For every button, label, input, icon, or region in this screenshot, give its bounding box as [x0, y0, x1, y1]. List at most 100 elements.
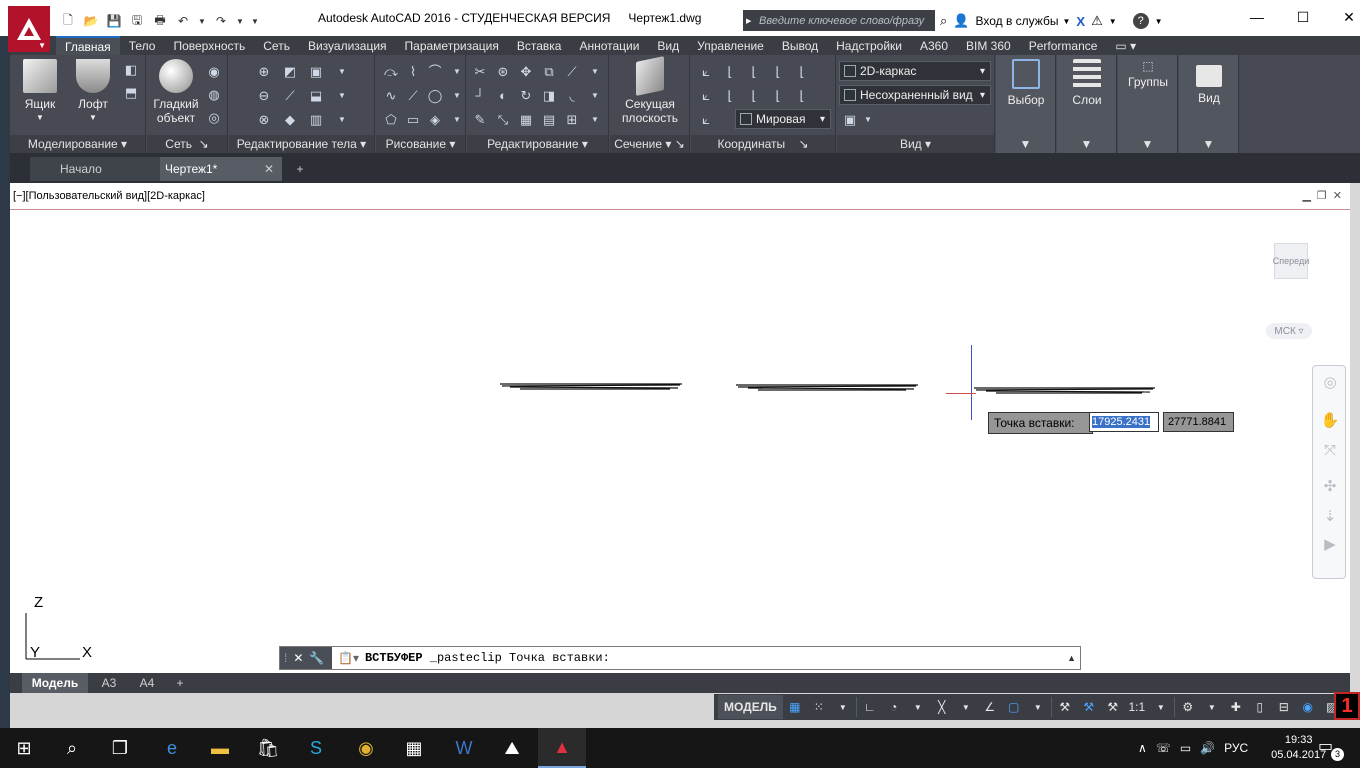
ortho-icon[interactable]: ∟ — [858, 695, 882, 719]
interfere-icon[interactable]: ⟋ — [281, 87, 299, 105]
calculator-icon[interactable]: ▦ — [390, 728, 438, 768]
search-icon[interactable]: ⌕ — [48, 728, 96, 768]
ucs-z-icon[interactable]: ⌊ — [769, 87, 787, 105]
named-view-combo[interactable]: Несохраненный вид — [839, 85, 991, 105]
polyline-icon[interactable]: ⤼ — [382, 63, 400, 81]
ucs-y-icon[interactable]: ⌊ — [793, 87, 811, 105]
chevron-down-icon[interactable]: ▼ — [1200, 695, 1224, 719]
chevron-down-icon[interactable]: ▼ — [1026, 695, 1050, 719]
close-icon[interactable]: ✕ — [264, 162, 274, 176]
units-icon[interactable]: ▯ — [1248, 695, 1272, 719]
view-dropdown-icon[interactable]: ▼ — [1179, 135, 1238, 153]
helix-icon[interactable]: ⌇ — [404, 63, 422, 81]
arc-icon[interactable]: ⌒ — [426, 63, 444, 81]
array-icon[interactable]: ▦ — [517, 111, 535, 129]
copy-icon[interactable]: ⧉ — [540, 63, 558, 81]
dropdown-icon[interactable]: ▼ — [333, 111, 351, 129]
viewports-icon[interactable]: ▣ — [841, 111, 859, 129]
close-icon[interactable]: ✕ — [293, 651, 303, 665]
stretch-icon[interactable]: ◨ — [540, 87, 558, 105]
chevron-down-icon[interactable]: ▼ — [954, 695, 978, 719]
dropdown-icon[interactable]: ▼ — [448, 111, 466, 129]
tab-mesh[interactable]: Сеть — [254, 36, 299, 55]
close-icon[interactable]: ✕ — [1326, 0, 1360, 34]
ucs-world-icon[interactable]: ⌊ — [721, 63, 739, 81]
trim-icon[interactable]: ✂ — [471, 63, 489, 81]
presspull-icon[interactable]: ⬒ — [122, 84, 140, 102]
fillet-icon[interactable]: ⟋ — [563, 63, 581, 81]
new-layout-button[interactable]: + — [172, 673, 188, 693]
undo-dropdown-icon[interactable]: ▼ — [196, 12, 208, 30]
layers-dropdown-icon[interactable]: ▼ — [1057, 135, 1116, 153]
ucs-combo[interactable]: Мировая — [735, 109, 831, 129]
save-as-icon[interactable]: 🖫 — [127, 12, 147, 30]
extrude-icon[interactable]: ◧ — [122, 61, 140, 79]
open-file-icon[interactable]: 📂 — [81, 12, 101, 30]
chevron-up-icon[interactable]: ∧ — [1138, 741, 1147, 755]
view-button[interactable]: Вид — [1187, 59, 1231, 105]
rotate-icon[interactable]: ↻ — [517, 87, 535, 105]
dropdown-icon[interactable]: ▼ — [859, 111, 877, 129]
people-icon[interactable]: ☏ — [1156, 741, 1171, 755]
dynamic-input-y-field[interactable]: 27771.8841 — [1163, 412, 1234, 432]
selection-button[interactable]: Выбор — [1004, 59, 1048, 107]
panel-modify-title[interactable]: Редактирование ▾ — [467, 135, 608, 153]
layout-tab-model[interactable]: Модель — [22, 673, 88, 693]
visual-style-combo[interactable]: 2D-каркас — [839, 61, 991, 81]
a360-icon[interactable]: ⚠ — [1091, 13, 1103, 29]
redo-icon[interactable]: ↷ — [211, 12, 231, 30]
circle-icon[interactable]: ◯ — [426, 87, 444, 105]
rectangle-icon[interactable]: ▭ — [404, 111, 422, 129]
volume-icon[interactable]: 🔊 — [1200, 741, 1215, 755]
file-explorer-icon[interactable]: ▬ — [196, 728, 244, 768]
quick-properties-icon[interactable]: ⊟ — [1272, 695, 1296, 719]
ucs-face-icon[interactable]: ⌊ — [721, 87, 739, 105]
hatch-icon[interactable]: ◈ — [426, 111, 444, 129]
join-icon[interactable]: ⊞ — [563, 111, 581, 129]
annotation-monitor-icon[interactable]: ✚ — [1224, 695, 1248, 719]
layers-button[interactable]: Слои — [1065, 59, 1109, 107]
tab-performance[interactable]: Performance — [1020, 36, 1107, 55]
dropdown-icon[interactable]: ▼ — [333, 63, 351, 81]
polar-icon[interactable]: ◔ — [882, 695, 906, 719]
isodraft-icon[interactable]: ╳ — [930, 695, 954, 719]
task-view-icon[interactable]: ❐ — [96, 728, 144, 768]
thicken-icon[interactable]: ◆ — [281, 111, 299, 129]
login-button[interactable]: Вход в службы ▼ — [975, 14, 1070, 28]
extract-edges-icon[interactable]: ▣ — [307, 63, 325, 81]
customize-qat-icon[interactable]: ▼ — [249, 12, 261, 30]
drawing-area[interactable]: [−][Пользовательский вид][2D-каркас] ▁ ❐… — [10, 183, 1350, 673]
command-history-icon[interactable]: ▲ — [1067, 653, 1076, 663]
dropdown-icon[interactable]: ▼ — [333, 87, 351, 105]
search-input[interactable]: Введите ключевое слово/фразу — [743, 10, 935, 31]
tab-solid[interactable]: Тело — [120, 36, 165, 55]
tab-a360[interactable]: A360 — [911, 36, 957, 55]
layout-tab-a3[interactable]: A3 — [94, 673, 124, 693]
smooth-object-button[interactable]: Гладкий объект — [149, 59, 203, 125]
workspace-gear-icon[interactable]: ⚙ — [1176, 695, 1200, 719]
photos-icon[interactable]: ⛰ — [488, 728, 536, 768]
exchange-apps-icon[interactable]: X — [1076, 14, 1085, 29]
tab-insert[interactable]: Вставка — [508, 36, 571, 55]
wrench-icon[interactable]: 🔧 — [309, 651, 324, 665]
object-snap-icon[interactable]: ▢ — [1002, 695, 1026, 719]
tab-bim360[interactable]: BIM 360 — [957, 36, 1020, 55]
help-icon[interactable]: ? — [1132, 13, 1149, 29]
box-button[interactable]: Ящик ▼ — [16, 59, 64, 125]
polygon-icon[interactable]: ⬠ — [382, 111, 400, 129]
break-icon[interactable]: ┘ — [471, 87, 489, 105]
autocad-taskbar-icon[interactable]: ▲ — [538, 728, 586, 768]
language-indicator[interactable]: РУС — [1224, 741, 1248, 755]
chevron-down-icon[interactable]: ▼ — [1149, 695, 1173, 719]
edge-browser-icon[interactable]: e — [148, 728, 196, 768]
line-icon[interactable]: ⟋ — [404, 87, 422, 105]
groups-button[interactable]: ⬚ Группы — [1124, 59, 1172, 89]
drag-handle-icon[interactable]: ⁞ — [284, 651, 287, 665]
chevron-down-icon[interactable]: ▼ — [1109, 17, 1117, 26]
panel-mesh-title[interactable]: Сеть ↘ — [147, 135, 227, 153]
tab-visualize[interactable]: Визуализация — [299, 36, 396, 55]
command-line[interactable]: ⁞ ✕ 🔧 📋▾ ВСТБУФЕР _pasteclip Точка встав… — [279, 646, 1081, 670]
smooth-less-icon[interactable]: ◍ — [205, 86, 223, 104]
align-icon[interactable]: ⤡ — [494, 111, 512, 129]
clipboard-icon[interactable]: 📋▾ — [338, 651, 359, 665]
